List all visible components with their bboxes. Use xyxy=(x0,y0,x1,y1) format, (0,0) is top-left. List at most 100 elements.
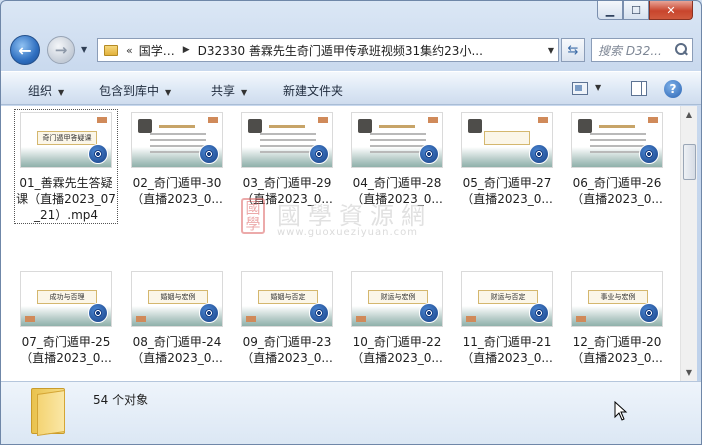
file-item[interactable]: 事业与宏例 12_奇门遁甲-20（直播2023_0... xyxy=(566,269,668,366)
scroll-up-icon[interactable]: ▲ xyxy=(681,106,697,123)
video-thumbnail: 事业与宏例 xyxy=(571,271,663,327)
video-file-icon xyxy=(199,303,219,323)
search-input[interactable]: 搜索 D32... xyxy=(591,38,693,62)
include-library-label: 包含到库中 xyxy=(99,84,160,98)
include-in-library-menu[interactable]: 包含到库中 ▼ xyxy=(99,82,171,99)
share-menu[interactable]: 共享 ▼ xyxy=(211,82,247,99)
thumbnail-title: 成功与否理 xyxy=(37,290,97,304)
video-thumbnail: 财运与宏例 xyxy=(351,271,443,327)
share-label: 共享 xyxy=(211,84,236,98)
recent-pages-dropdown[interactable]: ▼ xyxy=(81,45,87,54)
address-dropdown-icon[interactable]: ▼ xyxy=(548,46,554,55)
navigation-bar: ← → ▼ « 国学… ▶ D32330 善霖先生奇门遁甲传承班视频31集约23… xyxy=(1,29,701,69)
video-file-icon xyxy=(639,144,659,164)
file-name: 06_奇门遁甲-26（直播2023_0... xyxy=(571,176,663,206)
folder-icon xyxy=(104,44,118,56)
video-file-icon xyxy=(309,303,329,323)
video-file-icon xyxy=(419,303,439,323)
file-name: 10_奇门遁甲-22（直播2023_0... xyxy=(351,335,443,365)
file-name: 01_善霖先生答疑课（直播2023_07_21）.mp4 xyxy=(16,176,116,222)
thumbnail-title: 奇门遁甲答疑课 xyxy=(37,131,97,145)
file-item[interactable]: 03_奇门遁甲-29（直播2023_0... xyxy=(236,110,338,207)
minimize-button[interactable]: ▁ xyxy=(597,1,623,20)
video-thumbnail: 成功与否理 xyxy=(20,271,112,327)
file-name: 09_奇门遁甲-23（直播2023_0... xyxy=(241,335,333,365)
caret-down-icon: ▼ xyxy=(241,88,248,97)
thumbnail-title: 财运与否定 xyxy=(478,290,538,304)
video-file-icon xyxy=(639,303,659,323)
file-item[interactable]: 02_奇门遁甲-30（直播2023_0... xyxy=(126,110,228,207)
search-icon[interactable] xyxy=(673,42,689,58)
organize-label: 组织 xyxy=(28,84,53,98)
file-item[interactable]: 财运与否定 11_奇门遁甲-21（直播2023_0... xyxy=(456,269,558,366)
video-thumbnail: 婚姻与宏例 xyxy=(131,271,223,327)
forward-button[interactable]: → xyxy=(47,36,75,64)
file-item[interactable]: 04_奇门遁甲-28（直播2023_0... xyxy=(346,110,448,207)
video-thumbnail xyxy=(461,112,553,168)
file-item[interactable]: 奇门遁甲答疑课 01_善霖先生答疑课（直播2023_07_21）.mp4 xyxy=(14,109,118,224)
video-file-icon xyxy=(199,144,219,164)
thumbnail-title: 婚姻与宏例 xyxy=(148,290,208,304)
video-thumbnail: 财运与否定 xyxy=(461,271,553,327)
video-file-icon xyxy=(529,303,549,323)
vertical-scrollbar[interactable]: ▲ ▼ xyxy=(680,106,697,381)
thumbnail-title: 婚姻与否定 xyxy=(258,290,318,304)
details-pane: 54 个对象 xyxy=(1,381,701,444)
video-thumbnail: 奇门遁甲答疑课 xyxy=(20,112,112,168)
help-icon[interactable]: ? xyxy=(664,80,682,98)
scroll-down-icon[interactable]: ▼ xyxy=(681,364,697,381)
file-item[interactable]: 婚姻与否定 09_奇门遁甲-23（直播2023_0... xyxy=(236,269,338,366)
address-bar[interactable]: « 国学… ▶ D32330 善霖先生奇门遁甲传承班视频31集约23小... ▼ xyxy=(97,38,559,62)
folder-icon xyxy=(31,388,65,436)
file-name: 12_奇门遁甲-20（直播2023_0... xyxy=(571,335,663,365)
video-file-icon xyxy=(309,144,329,164)
mouse-cursor-icon xyxy=(614,401,628,421)
file-name: 05_奇门遁甲-27（直播2023_0... xyxy=(461,176,553,206)
preview-pane-icon[interactable] xyxy=(631,81,647,96)
arrow-right-icon: → xyxy=(54,41,68,59)
close-button[interactable]: ✕ xyxy=(649,1,693,20)
file-name: 07_奇门遁甲-25（直播2023_0... xyxy=(20,335,112,365)
back-button[interactable]: ← xyxy=(10,35,40,65)
video-file-icon xyxy=(419,144,439,164)
address-overflow[interactable]: « xyxy=(126,44,133,57)
refresh-button[interactable]: ⇆ xyxy=(561,38,585,62)
video-file-icon xyxy=(529,144,549,164)
video-thumbnail: 婚姻与否定 xyxy=(241,271,333,327)
change-view-icon[interactable] xyxy=(572,82,588,95)
file-name: 04_奇门遁甲-28（直播2023_0... xyxy=(351,176,443,206)
command-bar: 组织 ▼ 包含到库中 ▼ 共享 ▼ 新建文件夹 ▼ ? xyxy=(1,71,701,105)
video-file-icon xyxy=(88,303,108,323)
video-thumbnail xyxy=(131,112,223,168)
view-options-dropdown[interactable]: ▼ xyxy=(595,83,601,92)
file-name: 08_奇门遁甲-24（直播2023_0... xyxy=(131,335,223,365)
video-thumbnail xyxy=(351,112,443,168)
video-thumbnail xyxy=(241,112,333,168)
file-item[interactable]: 06_奇门遁甲-26（直播2023_0... xyxy=(566,110,668,207)
chevron-right-icon[interactable]: ▶ xyxy=(183,45,190,55)
scrollbar-thumb[interactable] xyxy=(683,144,696,180)
file-item[interactable]: 财运与宏例 10_奇门遁甲-22（直播2023_0... xyxy=(346,269,448,366)
thumbnail-title: 事业与宏例 xyxy=(588,290,648,304)
file-list: 奇门遁甲答疑课 01_善霖先生答疑课（直播2023_07_21）.mp4 02_奇门… xyxy=(1,106,680,381)
file-name: 03_奇门遁甲-29（直播2023_0... xyxy=(241,176,333,206)
explorer-window: ▁ ☐ ✕ ← → ▼ « 国学… ▶ D32330 善霖先生奇门遁甲传承班视频… xyxy=(0,0,702,445)
caption-buttons: ▁ ☐ ✕ xyxy=(597,1,693,20)
new-folder-button[interactable]: 新建文件夹 xyxy=(283,82,343,99)
video-file-icon xyxy=(88,144,108,164)
breadcrumb-1[interactable]: 国学… xyxy=(139,42,175,59)
breadcrumb-2[interactable]: D32330 善霖先生奇门遁甲传承班视频31集约23小... xyxy=(198,42,483,59)
file-item[interactable]: 成功与否理 07_奇门遁甲-25（直播2023_0... xyxy=(15,269,117,366)
maximize-button[interactable]: ☐ xyxy=(623,1,649,20)
refresh-icon: ⇆ xyxy=(567,42,579,58)
file-name: 02_奇门遁甲-30（直播2023_0... xyxy=(131,176,223,206)
thumbnail-title: 财运与宏例 xyxy=(368,290,428,304)
file-name: 11_奇门遁甲-21（直播2023_0... xyxy=(461,335,553,365)
caret-down-icon: ▼ xyxy=(58,88,65,97)
file-item[interactable]: 05_奇门遁甲-27（直播2023_0... xyxy=(456,110,558,207)
arrow-left-icon: ← xyxy=(18,40,32,60)
file-item[interactable]: 婚姻与宏例 08_奇门遁甲-24（直播2023_0... xyxy=(126,269,228,366)
item-count: 54 个对象 xyxy=(93,393,149,407)
caret-down-icon: ▼ xyxy=(165,88,172,97)
organize-menu[interactable]: 组织 ▼ xyxy=(28,82,64,99)
